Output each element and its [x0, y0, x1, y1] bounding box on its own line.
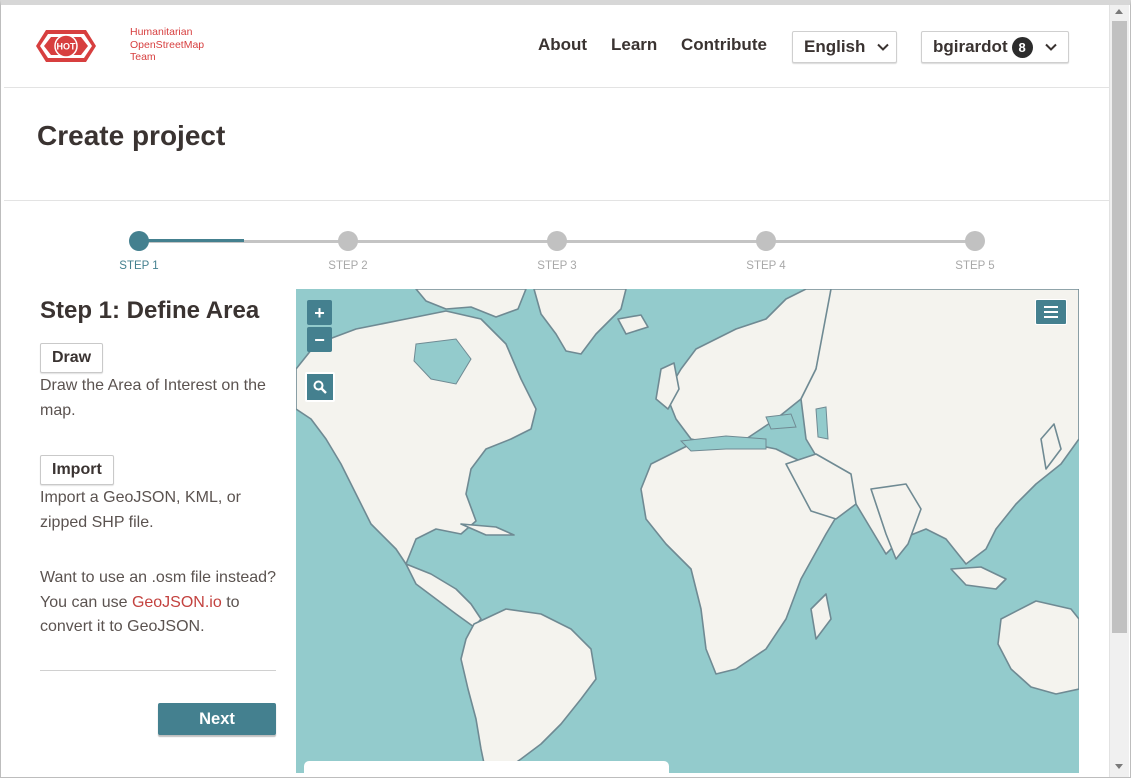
step-heading: Step 1: Define Area: [40, 297, 260, 324]
step-5-dot[interactable]: [965, 231, 985, 251]
landmass-indonesia: [950, 566, 1007, 590]
hot-logo-icon: HOT: [36, 30, 96, 62]
hot-logo[interactable]: HOT Humanitarian OpenStreetMap Team: [36, 22, 204, 72]
step-5-label: STEP 5: [955, 260, 995, 272]
page-title: Create project: [37, 120, 226, 151]
notification-badge: 8: [1011, 36, 1033, 58]
logo-text: Humanitarian OpenStreetMap Team: [130, 26, 205, 63]
nav-learn[interactable]: Learn: [611, 35, 657, 55]
landmass-iceland: [617, 314, 649, 335]
step-1-label: STEP 1: [119, 260, 159, 272]
landmass-australia: [997, 600, 1079, 695]
page-scrollbar[interactable]: [1109, 5, 1129, 777]
osm-help-text: Want to use an .osm file instead? You ca…: [40, 569, 276, 635]
step-2-dot[interactable]: [338, 231, 358, 251]
svg-text:HOT: HOT: [57, 42, 77, 52]
landmass-asia: [800, 289, 1079, 565]
chevron-down-icon: [1044, 43, 1057, 51]
panel-divider: [40, 670, 276, 671]
step-3-label: STEP 3: [537, 260, 577, 272]
map-canvas[interactable]: + −: [296, 289, 1079, 773]
step-3-dot[interactable]: [547, 231, 567, 251]
nav-about[interactable]: About: [538, 35, 587, 55]
geojson-io-link[interactable]: GeoJSON.io: [132, 594, 222, 611]
stepper-progress: [139, 239, 244, 242]
landmass-central-america: [405, 563, 482, 628]
zoom-in-button[interactable]: +: [307, 300, 332, 325]
map-bottom-panel: [304, 761, 669, 773]
step-4-label: STEP 4: [746, 260, 786, 272]
scroll-up-arrow-icon[interactable]: [1115, 9, 1123, 14]
map-search-button[interactable]: [305, 372, 335, 402]
nav-contribute[interactable]: Contribute: [681, 35, 767, 55]
title-band: Create project: [4, 88, 1109, 201]
landmass-arctic-islands: [415, 289, 527, 318]
layers-icon: [1044, 306, 1058, 318]
top-navigation: HOT Humanitarian OpenStreetMap Team Abou…: [4, 5, 1109, 88]
chevron-down-icon: [877, 43, 890, 51]
scroll-down-arrow-icon[interactable]: [1115, 764, 1123, 769]
draw-description: Draw the Area of Interest on the map.: [40, 377, 266, 419]
landmass-greenland: [533, 289, 627, 355]
water-black-sea: [765, 413, 797, 430]
water-caspian: [815, 406, 829, 440]
step-4-dot[interactable]: [756, 231, 776, 251]
user-menu-dropdown[interactable]: bgirardot 8: [921, 31, 1069, 63]
language-label: English: [804, 37, 866, 56]
search-icon: [313, 380, 327, 394]
import-description: Import a GeoJSON, KML, or zipped SHP fil…: [40, 489, 241, 531]
scrollbar-thumb[interactable]: [1112, 21, 1127, 633]
username: bgirardot: [933, 37, 1008, 56]
zoom-out-button[interactable]: −: [307, 327, 332, 352]
world-map: [296, 289, 1079, 773]
language-dropdown[interactable]: English: [792, 31, 897, 63]
landmass-cuba: [460, 523, 515, 536]
step-1-dot[interactable]: [129, 231, 149, 251]
landmass-south-america: [460, 608, 597, 773]
step-2-label: STEP 2: [328, 260, 368, 272]
import-button[interactable]: Import: [40, 455, 114, 485]
landmass-madagascar: [810, 593, 832, 640]
draw-button[interactable]: Draw: [40, 343, 104, 373]
layers-button[interactable]: [1035, 299, 1067, 325]
next-button[interactable]: Next: [158, 703, 276, 735]
